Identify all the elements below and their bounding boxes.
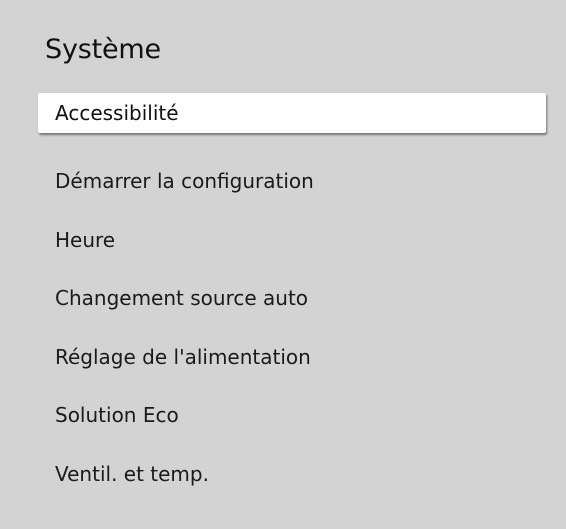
menu-item-label: Réglage de l'alimentation bbox=[55, 344, 311, 369]
menu-item-eco-solution[interactable]: Solution Eco bbox=[38, 386, 546, 445]
menu-item-label: Changement source auto bbox=[55, 286, 309, 311]
menu-item-power-control[interactable]: Réglage de l'alimentation bbox=[38, 328, 546, 387]
panel-title: Système bbox=[45, 34, 161, 65]
menu-item-label: Solution Eco bbox=[55, 403, 179, 428]
menu-item-label: Démarrer la configuration bbox=[55, 169, 314, 194]
menu-item-time[interactable]: Heure bbox=[38, 211, 546, 270]
menu-item-accessibility[interactable]: Accessibilité bbox=[38, 93, 546, 133]
menu-item-label: Heure bbox=[55, 227, 116, 252]
system-menu-list: Accessibilité Démarrer la configuration … bbox=[38, 93, 546, 503]
menu-item-start-setup[interactable]: Démarrer la configuration bbox=[38, 152, 546, 211]
system-menu-panel: Système Accessibilité Démarrer la config… bbox=[0, 0, 566, 529]
menu-item-auto-source-switch[interactable]: Changement source auto bbox=[38, 269, 546, 328]
menu-item-fan-temperature[interactable]: Ventil. et temp. bbox=[38, 445, 546, 504]
menu-item-label: Ventil. et temp. bbox=[55, 461, 209, 486]
menu-item-label: Accessibilité bbox=[55, 101, 179, 125]
